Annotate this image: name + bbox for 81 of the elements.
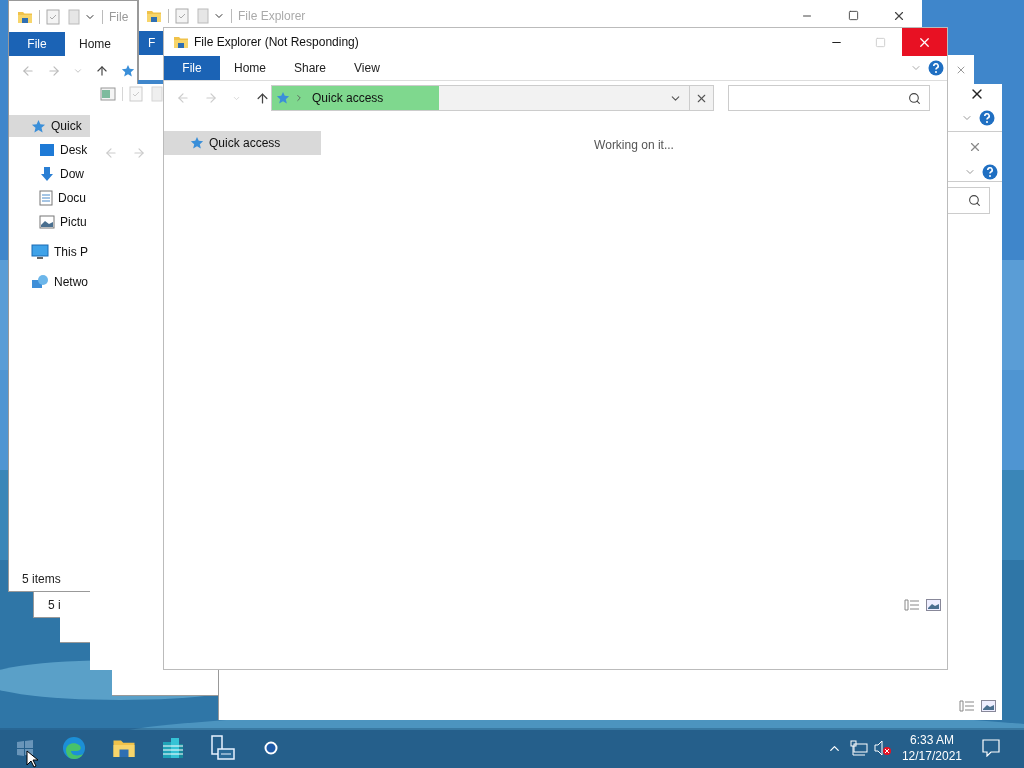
nav-label: Netwo [54,274,88,291]
details-view-icon[interactable] [959,700,975,712]
window-title: File Explorer [238,7,306,25]
nav-label: Pictu [60,214,87,231]
address-bar[interactable]: Quick access [271,85,690,111]
down-arrow-icon [39,166,55,182]
image-icon [39,215,55,229]
up-icon[interactable] [95,64,109,78]
ribbon-tab[interactable]: F [139,31,164,55]
nav-item[interactable]: Quick access [164,131,321,155]
nav-label: Desk [60,142,88,159]
nav-item[interactable]: Netwo [9,271,90,293]
nav-label: Quick access [209,135,281,152]
chevron-icon [294,93,304,103]
checked-page-icon[interactable] [175,7,189,24]
cursor-icon [26,750,38,768]
muted-speaker-icon[interactable] [873,740,892,756]
speech-bubble-icon[interactable] [982,739,1000,757]
pane-icon[interactable] [100,87,116,101]
clock-time[interactable]: 6:33 AM [909,732,954,748]
nav-label: Docu [58,190,86,207]
nav-item[interactable]: Docu [9,187,90,209]
back-icon[interactable] [104,146,118,160]
monitor-icon [31,244,49,260]
nav-item[interactable]: Dow [9,163,90,185]
star-icon [31,118,46,134]
forward-icon[interactable] [47,64,61,78]
status-text: 5 i [48,596,60,614]
folder-icon [173,34,189,50]
help-icon[interactable] [928,60,944,76]
nav-item[interactable]: This P [9,241,90,263]
search-icon [908,91,921,105]
window-title: File Explorer (Not Responding) [194,34,359,51]
page-icon[interactable] [68,8,80,25]
four-panes-icon[interactable] [17,740,33,756]
status-text: 5 items [22,571,61,588]
ribbon-tab[interactable]: View [340,56,394,80]
server-icon[interactable] [209,735,236,761]
help-icon[interactable] [979,109,995,126]
checked-page-icon[interactable] [46,8,60,25]
ribbon-tab[interactable]: File [164,56,220,80]
ring-icon[interactable] [264,741,278,755]
maximize-icon[interactable] [847,10,859,21]
stop-button[interactable] [690,85,714,111]
nav-label: Dow [60,166,84,183]
nav-item[interactable]: Pictu [9,211,90,233]
thumbnail-view-icon[interactable] [981,700,996,712]
back-icon[interactable] [21,64,35,78]
status-message: Working on it... [594,137,674,154]
star-icon [121,64,135,78]
star-icon [190,136,204,150]
caret-icon[interactable] [73,66,83,76]
nav-label: Quick [51,118,82,135]
stacked-bars-icon[interactable] [161,736,185,760]
network-icon [31,274,49,290]
nav-item[interactable]: Desk [9,139,90,161]
details-view-icon[interactable] [904,599,920,611]
ribbon-tab[interactable]: Home [220,56,280,80]
star-icon [276,91,290,105]
checked-page-icon[interactable] [129,86,143,102]
help-icon[interactable] [982,163,998,180]
nav-item[interactable]: Quick [9,115,90,137]
window-title: File [109,8,129,26]
network-monitor-icon[interactable] [849,740,868,756]
address-path: Quick access [312,90,384,107]
forward-icon[interactable] [204,91,218,105]
back-icon[interactable] [176,91,190,105]
page-icon[interactable] [197,7,209,24]
ribbon-tab[interactable]: File [9,32,65,56]
search-field[interactable] [728,85,930,111]
up-icon[interactable] [255,90,270,106]
desktop-icon [39,143,55,157]
forward-icon[interactable] [132,146,146,160]
thumbnail-view-icon[interactable] [926,599,941,611]
clock-date[interactable]: 12/17/2021 [901,748,962,764]
ribbon-tab[interactable]: Share [280,56,341,80]
ribbon-tab[interactable]: Home [65,32,125,56]
nav-label: This P [54,244,88,261]
search-icon [968,194,981,207]
swirl-icon[interactable] [62,736,86,760]
document-icon [39,190,53,206]
